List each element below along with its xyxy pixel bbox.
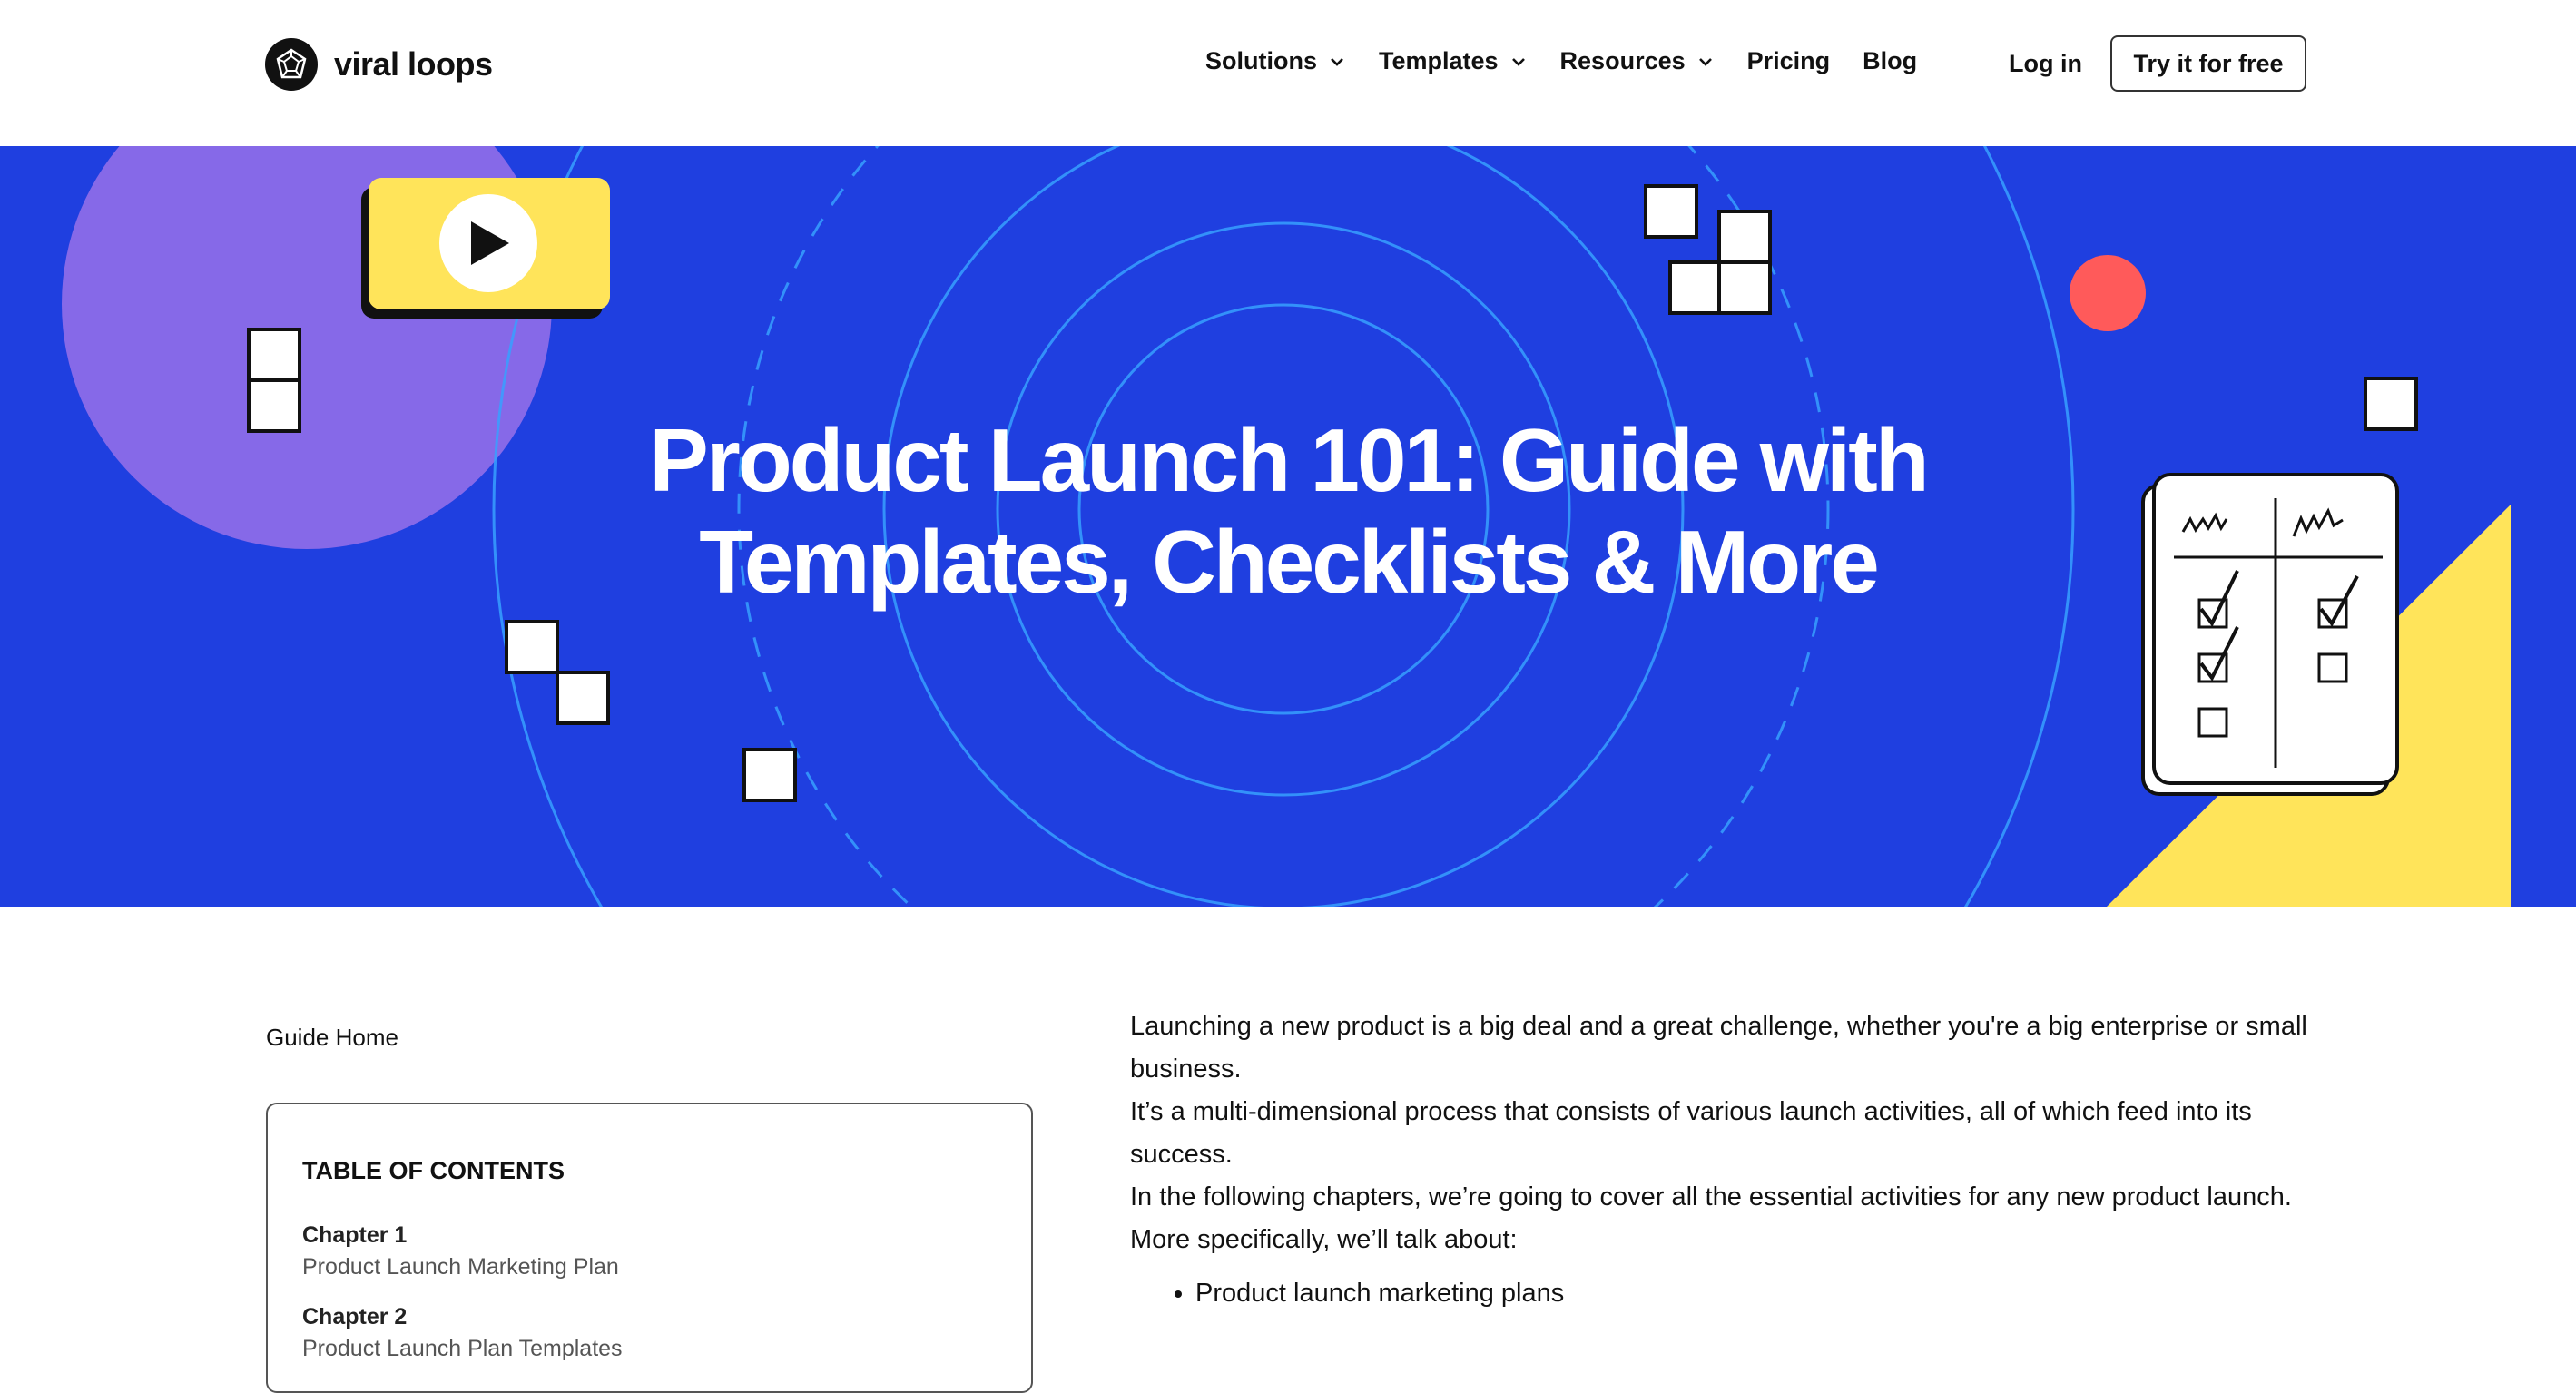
nav-resources[interactable]: Resources <box>1560 47 1715 75</box>
try-free-button[interactable]: Try it for free <box>2110 35 2306 92</box>
toc-title: TABLE OF CONTENTS <box>302 1157 565 1184</box>
brand-logo[interactable]: viral loops <box>265 38 493 91</box>
brand-name: viral loops <box>334 45 493 83</box>
site-header: viral loops Solutions Templates Resource… <box>0 0 2576 146</box>
list-item: Product launch marketing plans <box>1195 1272 2310 1315</box>
main-nav: Solutions Templates Resources Pricing Bl… <box>1205 47 1950 75</box>
table-of-contents: TABLE OF CONTENTS Chapter 1 Product Laun… <box>266 1103 1033 1393</box>
play-video-icon <box>361 178 610 319</box>
page-title-line1: Product Launch 101: Guide with <box>649 410 1929 510</box>
chevron-down-icon <box>1511 57 1525 66</box>
chevron-down-icon <box>1331 57 1343 66</box>
nav-templates[interactable]: Templates <box>1379 47 1528 75</box>
nav-solutions-label: Solutions <box>1205 47 1317 74</box>
nav-blog-label: Blog <box>1863 47 1918 74</box>
nav-pricing-label: Pricing <box>1746 47 1831 74</box>
article-body: Launching a new product is a big deal an… <box>1130 1006 2310 1315</box>
chapter-number: Chapter 2 <box>302 1304 408 1329</box>
nav-solutions[interactable]: Solutions <box>1205 47 1346 75</box>
nav-templates-label: Templates <box>1379 47 1499 74</box>
login-link[interactable]: Log in <box>2009 50 2082 78</box>
chevron-down-icon <box>1698 57 1712 66</box>
article-paragraph: In the following chapters, we’re going t… <box>1130 1182 2292 1212</box>
article-paragraph: More specifically, we’ll talk about: <box>1130 1225 1518 1254</box>
article-paragraph: It’s a multi-dimensional process that co… <box>1130 1097 2252 1169</box>
nav-pricing[interactable]: Pricing <box>1747 47 1831 75</box>
page-title: Product Launch 101: Guide with Templates… <box>0 409 2576 613</box>
hero-banner: Product Launch 101: Guide with Templates… <box>0 146 2576 907</box>
chapter-number: Chapter 1 <box>302 1222 408 1248</box>
article-bullet-list: Product launch marketing plans <box>1130 1272 2310 1315</box>
page-title-line2: Templates, Checklists & More <box>699 512 1880 612</box>
article-paragraph: Launching a new product is a big deal an… <box>1130 1012 2307 1084</box>
toc-chapter-2[interactable]: Chapter 2 Product Launch Plan Templates <box>302 1304 623 1362</box>
toc-chapter-1[interactable]: Chapter 1 Product Launch Marketing Plan <box>302 1222 619 1280</box>
chapter-title: Product Launch Plan Templates <box>302 1336 623 1361</box>
chapter-title: Product Launch Marketing Plan <box>302 1254 619 1280</box>
guide-home-link[interactable]: Guide Home <box>266 1024 398 1052</box>
viral-loops-logo-icon <box>265 38 318 91</box>
nav-resources-label: Resources <box>1559 47 1686 74</box>
nav-blog[interactable]: Blog <box>1863 47 1917 75</box>
